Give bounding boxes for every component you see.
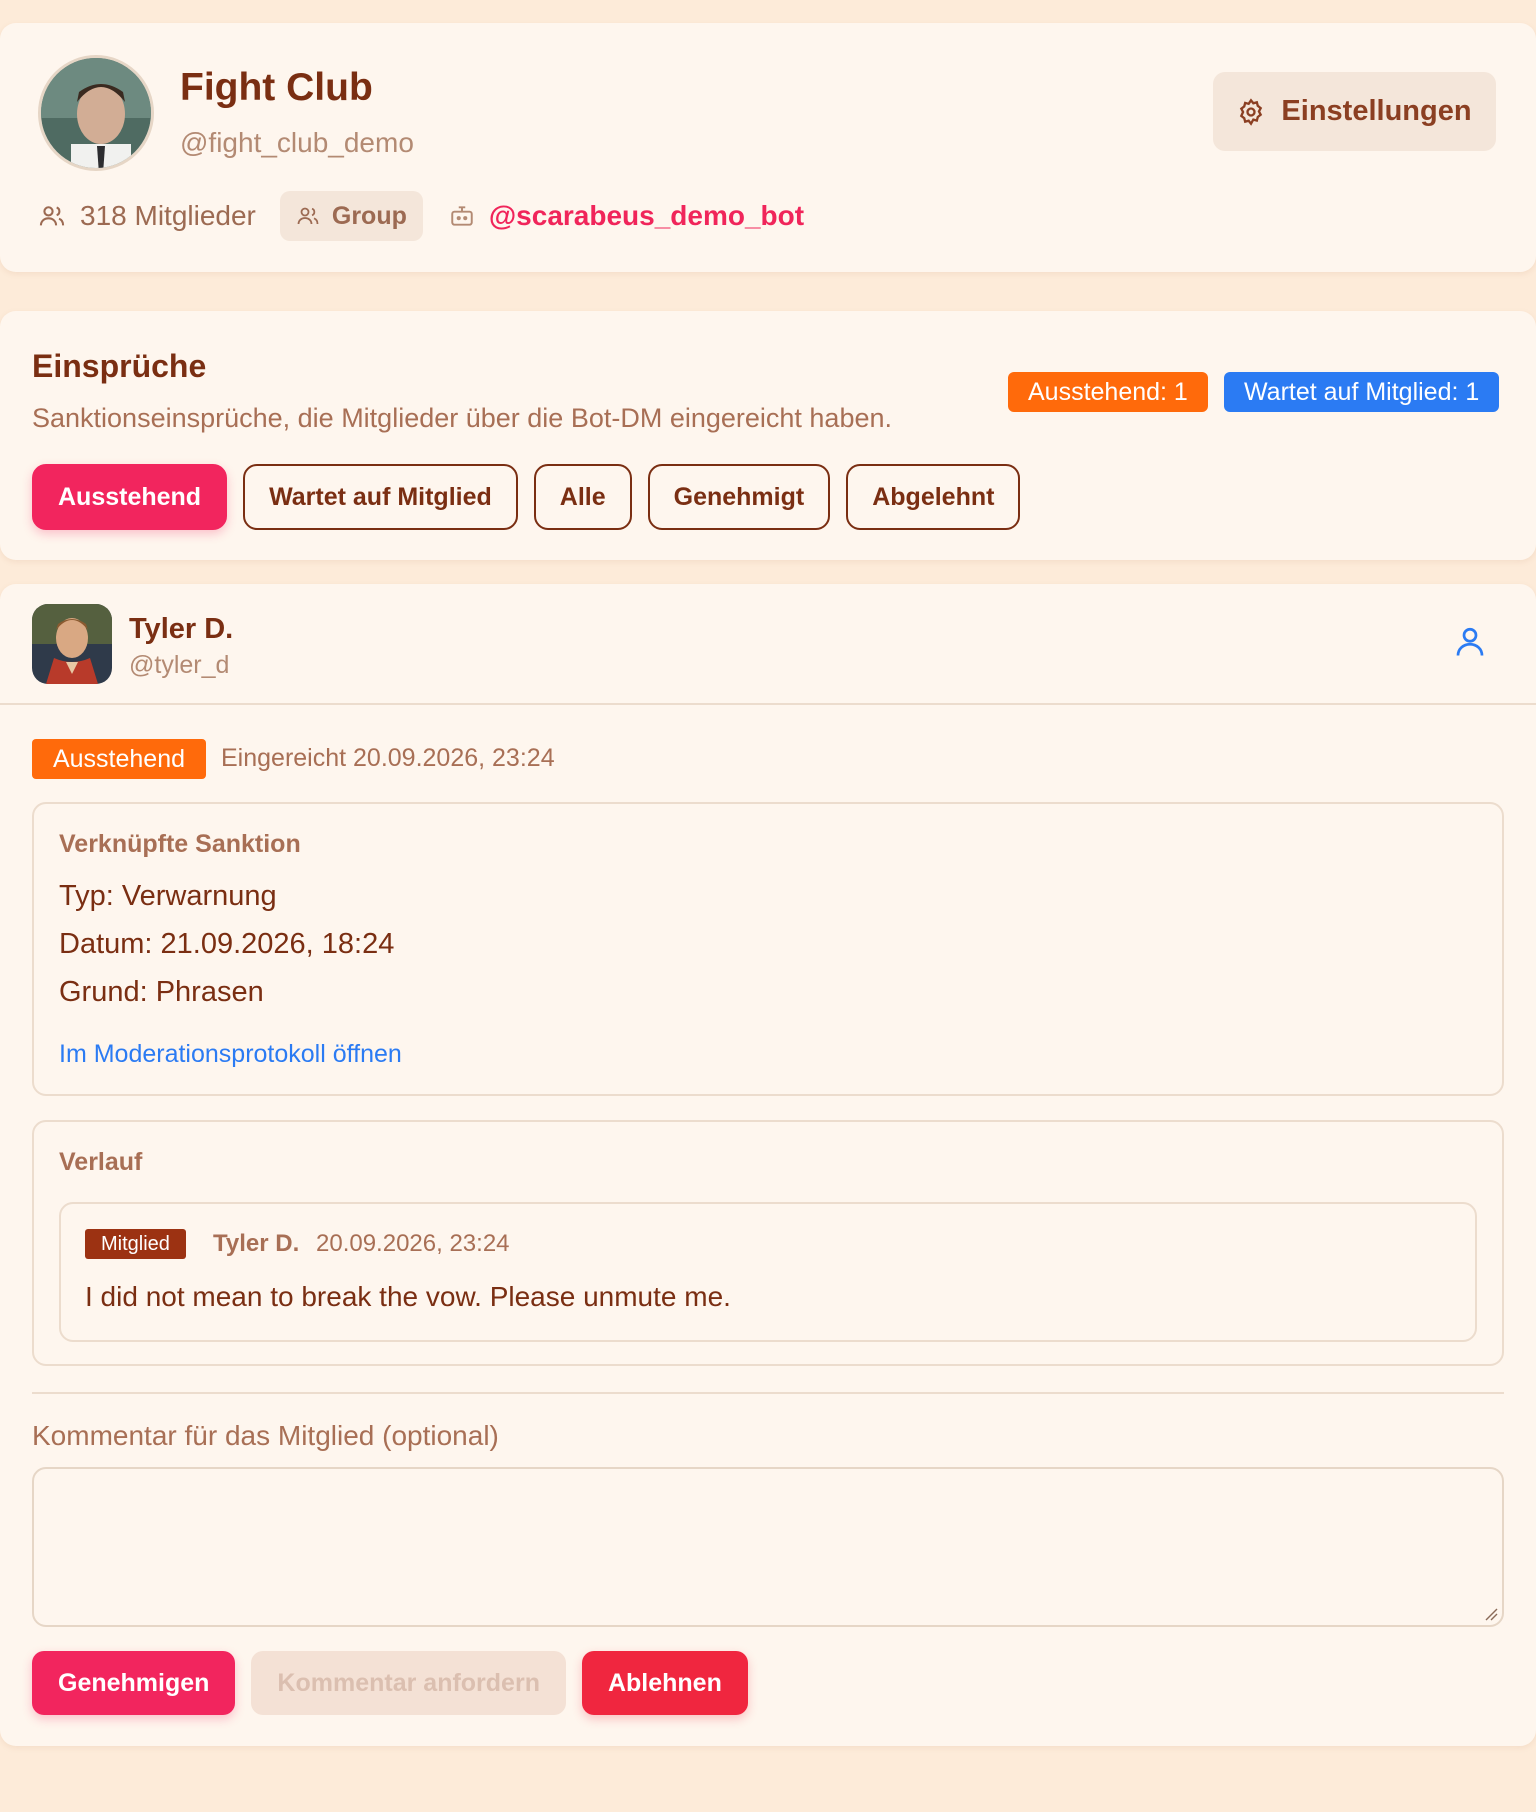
history-title: Verlauf: [59, 1148, 143, 1176]
settings-button[interactable]: Einstellungen: [1213, 72, 1496, 151]
users-icon: [39, 206, 65, 226]
user-avatar: [32, 604, 112, 684]
user-profile-icon[interactable]: [1452, 624, 1488, 665]
message-author: Tyler D.: [213, 1230, 300, 1257]
user-handle: @tyler_d: [129, 651, 230, 679]
filter-pending[interactable]: Ausstehend: [32, 464, 228, 530]
group-meta: 318 Mitglieder Group @scarabeus_demo_bot: [38, 191, 804, 241]
group-avatar: [38, 55, 154, 171]
sanction-reason: Grund: Phrasen: [59, 976, 264, 1008]
sanction-title: Verknüpfte Sanktion: [59, 830, 301, 858]
comment-divider: [32, 1392, 1504, 1394]
approve-button[interactable]: Genehmigen: [32, 1651, 236, 1715]
user-name: Tyler D.: [129, 613, 234, 645]
comment-input[interactable]: [32, 1467, 1504, 1627]
comment-label: Kommentar für das Mitglied (optional): [32, 1420, 499, 1451]
chat-type-label: Group: [331, 201, 407, 230]
group-handle: @fight_club_demo: [180, 127, 414, 158]
bot-link[interactable]: @scarabeus_demo_bot: [449, 200, 804, 232]
group-header-card: Fight Club @fight_club_demo Einstellunge…: [0, 23, 1536, 272]
message-text: I did not mean to break the vow. Please …: [85, 1281, 731, 1312]
history-message: Mitglied Tyler D. 20.09.2026, 23:24 I di…: [59, 1202, 1477, 1342]
resize-grip-icon[interactable]: [1484, 1607, 1498, 1626]
bot-handle[interactable]: @scarabeus_demo_bot: [489, 200, 804, 232]
appeal-detail-card: Tyler D. @tyler_d Ausstehend Eingereicht…: [0, 584, 1536, 1746]
filter-all[interactable]: Alle: [533, 464, 632, 530]
settings-label: Einstellungen: [1281, 95, 1472, 127]
filter-waiting[interactable]: Wartet auf Mitglied: [243, 464, 518, 530]
submitted-timestamp: Eingereicht 20.09.2026, 23:24: [221, 744, 555, 772]
sanction-date: Datum: 21.09.2026, 18:24: [59, 928, 395, 960]
gear-icon: [1240, 97, 1263, 126]
bot-icon: [451, 206, 473, 226]
reject-button[interactable]: Ablehnen: [581, 1651, 748, 1715]
sanction-type: Typ: Verwarnung: [59, 880, 277, 912]
pending-count-badge: Ausstehend: 1: [1008, 372, 1208, 412]
status-badge: Ausstehend: [32, 739, 206, 779]
group-title: Fight Club: [180, 66, 373, 109]
moderation-log-link[interactable]: Im Moderationsprotokoll öffnen: [59, 1040, 402, 1069]
users-icon: [297, 207, 319, 225]
role-badge: Mitglied: [85, 1229, 186, 1259]
header-divider: [0, 703, 1536, 705]
chat-type-chip: Group: [279, 191, 423, 241]
message-timestamp: 20.09.2026, 23:24: [316, 1230, 510, 1257]
appeals-card: Einsprüche Sanktionseinsprüche, die Mitg…: [0, 311, 1536, 560]
status-filters: Ausstehend Wartet auf Mitglied Alle Gene…: [32, 464, 1021, 530]
request-comment-button[interactable]: Kommentar anfordern: [251, 1651, 566, 1715]
appeals-subtitle: Sanktionseinsprüche, die Mitglieder über…: [32, 403, 892, 433]
history-box: Verlauf Mitglied Tyler D. 20.09.2026, 23…: [32, 1120, 1504, 1366]
member-count: 318 Mitglieder: [38, 200, 256, 232]
filter-rejected[interactable]: Abgelehnt: [846, 464, 1021, 530]
filter-approved[interactable]: Genehmigt: [647, 464, 831, 530]
appeals-title: Einsprüche: [32, 348, 207, 384]
member-count-label: 318 Mitglieder: [80, 200, 256, 231]
linked-sanction-box: Verknüpfte Sanktion Typ: Verwarnung Datu…: [32, 802, 1504, 1096]
waiting-count-badge: Wartet auf Mitglied: 1: [1224, 372, 1500, 412]
appeal-actions: Genehmigen Kommentar anfordern Ablehnen: [32, 1651, 748, 1715]
